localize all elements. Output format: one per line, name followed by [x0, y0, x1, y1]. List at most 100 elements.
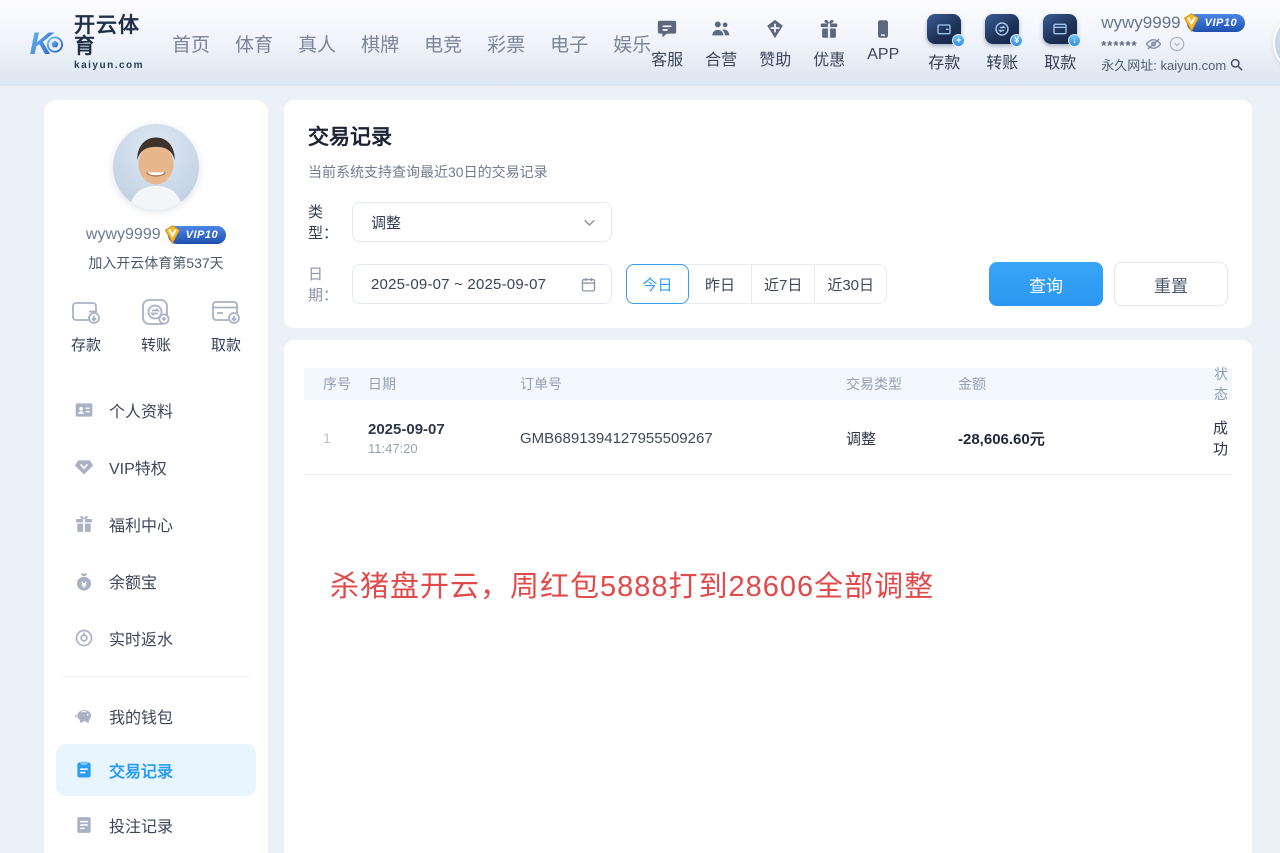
service-app[interactable]: APP — [867, 16, 899, 64]
header-avatar[interactable] — [1275, 15, 1280, 71]
vip-medal-icon — [162, 224, 183, 245]
quick-date-today[interactable]: 今日 — [626, 264, 689, 304]
chat-icon — [656, 16, 678, 40]
type-select[interactable]: 调整 — [352, 202, 612, 242]
deposit-icon: + — [927, 14, 961, 44]
nav-lottery[interactable]: 彩票 — [487, 30, 525, 57]
reset-button[interactable]: 重置 — [1114, 262, 1228, 306]
eye-off-icon[interactable] — [1145, 37, 1162, 51]
bet-records-icon — [74, 815, 94, 835]
date-range-input[interactable]: 2025-09-07 ~ 2025-09-07 — [352, 264, 612, 304]
header-transfer-label: 转账 — [986, 49, 1018, 73]
page-title: 交易记录 — [308, 121, 1228, 151]
sidebar-item-profile[interactable]: 个人资料 — [44, 381, 268, 438]
service-support[interactable]: 客服 — [651, 16, 683, 70]
chevron-circle-icon[interactable] — [1169, 36, 1185, 52]
service-partners-label: 合营 — [705, 46, 737, 70]
service-app-label: APP — [867, 46, 899, 64]
header-withdraw-label: 取款 — [1044, 49, 1076, 73]
nav-live[interactable]: 真人 — [298, 30, 336, 57]
header-deposit[interactable]: + 存款 — [921, 14, 967, 73]
service-support-label: 客服 — [651, 46, 683, 70]
sponsor-icon — [764, 16, 786, 40]
logo-icon: K — [28, 21, 66, 65]
query-button[interactable]: 查询 — [989, 262, 1103, 306]
type-filter-row: 类型： 调整 — [308, 201, 1228, 243]
nav-esports[interactable]: 电竞 — [424, 30, 462, 57]
partners-icon — [709, 16, 733, 40]
header-transfer[interactable]: ¥ 转账 — [979, 14, 1025, 73]
sidebar-item-transactions[interactable]: 交易记录 — [56, 744, 256, 796]
service-partners[interactable]: 合营 — [705, 16, 737, 70]
sidebar-item-bets[interactable]: 投注记录 — [44, 796, 268, 853]
sidebar-quick-actions: 存款 转账 取款 — [44, 297, 268, 355]
service-sponsor[interactable]: 赞助 — [759, 16, 791, 70]
sidebar-deposit[interactable]: 存款 — [70, 297, 102, 355]
quick-date-30days[interactable]: 近30日 — [815, 265, 886, 303]
permanent-url-text: 永久网址: kaiyun.com — [1101, 55, 1226, 74]
header-withdraw[interactable]: ↓ 取款 — [1037, 14, 1083, 73]
sidebar-withdraw[interactable]: 取款 — [210, 297, 242, 355]
sidebar-item-wallet[interactable]: 我的钱包 — [44, 687, 268, 744]
magnifier-cursor-icon — [1229, 57, 1244, 72]
quick-date-yesterday[interactable]: 昨日 — [689, 265, 752, 303]
nav-entertainment[interactable]: 娱乐 — [613, 30, 651, 57]
header-vip-badge: VIP10 — [1187, 14, 1245, 32]
sidebar: wywy9999 VIP10 加入开云体育第537天 存款 — [44, 100, 268, 853]
sidebar-item-transactions-label: 交易记录 — [109, 758, 173, 782]
withdraw-icon: ↓ — [1043, 14, 1077, 44]
header-order: 订单号 — [520, 374, 846, 394]
date-label: 日期： — [308, 263, 352, 305]
header-username[interactable]: wywy9999 — [1101, 13, 1180, 33]
nav-slots[interactable]: 电子 — [550, 30, 588, 57]
masked-balance: ****** — [1101, 36, 1137, 52]
moneybag-icon — [74, 571, 94, 591]
nav-home[interactable]: 首页 — [172, 30, 210, 57]
withdraw-outline-icon — [210, 297, 242, 327]
sidebar-item-yuebao[interactable]: 余额宝 — [44, 552, 268, 609]
deposit-outline-icon — [70, 297, 102, 327]
quick-date-7days[interactable]: 近7日 — [752, 265, 815, 303]
row-status: 成功 — [1204, 417, 1232, 459]
nav-chess[interactable]: 棋牌 — [361, 30, 399, 57]
chevron-down-icon — [582, 215, 597, 230]
row-transaction-type: 调整 — [846, 428, 958, 449]
idcard-icon — [74, 400, 94, 420]
row-index: 1 — [304, 430, 368, 446]
filter-card: 交易记录 当前系统支持查询最近30日的交易记录 类型： 调整 日期： 2025-… — [284, 100, 1252, 328]
finance-links: + 存款 ¥ 转账 ↓ 取款 — [921, 14, 1083, 73]
row-date-value: 2025-09-07 — [368, 421, 520, 438]
sidebar-transfer[interactable]: 转账 — [140, 297, 172, 355]
sidebar-item-rebate[interactable]: 实时返水 — [44, 609, 268, 666]
table-row[interactable]: 1 2025-09-07 11:47:20 GMB689139412795550… — [304, 400, 1232, 475]
sidebar-item-welfare-label: 福利中心 — [109, 512, 173, 536]
sidebar-item-vip[interactable]: VIP特权 — [44, 438, 268, 495]
date-range-value: 2025-09-07 ~ 2025-09-07 — [371, 276, 580, 293]
sidebar-item-vip-label: VIP特权 — [109, 455, 167, 479]
service-links: 客服 合营 赞助 优惠 — [651, 16, 899, 70]
gift-icon — [818, 16, 840, 40]
rebate-icon — [74, 628, 94, 648]
nav-sports[interactable]: 体育 — [235, 30, 273, 57]
sidebar-item-welfare[interactable]: 福利中心 — [44, 495, 268, 552]
logo-domain-text: kaiyun.com — [74, 61, 150, 71]
header-deposit-label: 存款 — [928, 49, 960, 73]
main-content: 交易记录 当前系统支持查询最近30日的交易记录 类型： 调整 日期： 2025-… — [284, 100, 1252, 853]
sidebar-transfer-label: 转账 — [141, 334, 171, 355]
header-vip-label: VIP10 — [1205, 17, 1237, 29]
page-subtitle: 当前系统支持查询最近30日的交易记录 — [308, 162, 1228, 182]
row-amount: -28,606.60元 — [958, 428, 1204, 449]
piggy-bank-icon — [74, 706, 94, 726]
site-logo[interactable]: K 开云体育 kaiyun.com — [28, 15, 150, 71]
vip-medal-icon — [1181, 12, 1202, 33]
sidebar-menu: 个人资料 VIP特权 福利中心 余额宝 — [44, 381, 268, 853]
header-date: 日期 — [368, 374, 520, 394]
row-order-number: GMB6891394127955509267 — [520, 430, 846, 447]
sidebar-deposit-label: 存款 — [71, 334, 101, 355]
join-days-text: 加入开云体育第537天 — [44, 253, 268, 273]
row-date: 2025-09-07 11:47:20 — [368, 421, 520, 456]
sidebar-vip-badge: VIP10 — [168, 226, 226, 244]
svg-text:K: K — [30, 25, 55, 61]
sidebar-avatar[interactable] — [113, 124, 199, 210]
service-promo[interactable]: 优惠 — [813, 16, 845, 70]
